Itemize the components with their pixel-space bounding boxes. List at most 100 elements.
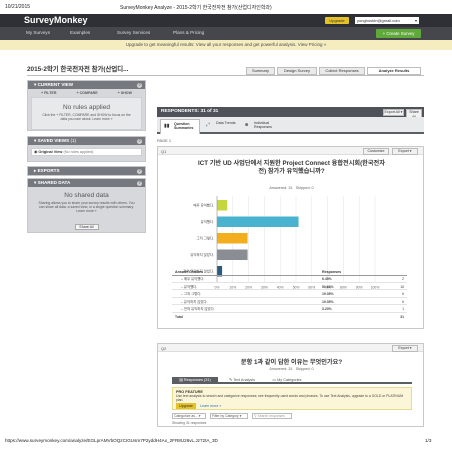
- rules-box: No rules applied Click the + FILTER, COM…: [31, 97, 142, 130]
- chart-bar: [217, 233, 248, 244]
- tab-summary[interactable]: Summary: [246, 67, 275, 75]
- tab-individual-responses[interactable]: ☻ Individual Responses: [242, 119, 290, 133]
- category-label: 유익하지 않았다.: [190, 252, 214, 257]
- shared-desc: Sharing allows you to share your survey …: [38, 201, 135, 213]
- total-label: Total: [175, 315, 183, 319]
- response-count: 6: [402, 292, 404, 296]
- answer-choice: – 유익했다.: [181, 284, 198, 289]
- view-tabs: ▮▮ Question Summaries ⤢ Data Trends ☻ In…: [157, 117, 424, 134]
- top-bar: SurveyMonkey Upgrade yonghoshin@gmail.co…: [0, 14, 452, 27]
- q2-export-button[interactable]: Export ▾: [392, 345, 418, 352]
- tab-analyze-results[interactable]: Analyze Results: [367, 67, 421, 75]
- search-responses-input[interactable]: ⚲ Search responses: [252, 413, 292, 419]
- q1-table-row: – 매우 유익했다. 6.45% 2: [172, 276, 407, 283]
- q2-panel: Q2 Export ▾ 문항 1과 같이 답한 이유는 무엇인가요? Answe…: [157, 343, 424, 427]
- print-url: https://www.surveymonkey.com/analyze/EGL…: [5, 438, 218, 443]
- user-menu[interactable]: yonghoshin@gmail.com ▾: [355, 17, 419, 24]
- q1-table-row: – 유익하지 않았다. 19.35% 6: [172, 299, 407, 305]
- pro-feature-box: PRO FEATURE Use text analysis to search …: [172, 387, 412, 410]
- response-percent: 3.23%: [322, 307, 332, 311]
- response-percent: 19.35%: [322, 299, 334, 304]
- chart-bar: [217, 200, 228, 211]
- show-button[interactable]: + SHOW: [118, 91, 132, 95]
- response-count: 1: [402, 307, 404, 311]
- share-all-button[interactable]: Share All: [74, 224, 99, 230]
- exports-panel: ▸ EXPORTS?: [27, 166, 146, 176]
- nav-my-surveys[interactable]: My Surveys: [26, 30, 50, 35]
- response-percent: 51.61%: [322, 284, 334, 289]
- q1-table-header: Answer Choices Responses: [172, 269, 407, 276]
- original-view-item[interactable]: ◉ Original View (No rules applied): [31, 148, 142, 156]
- response-percent: 19.35%: [322, 292, 334, 296]
- line-chart-icon: ⤢: [206, 122, 211, 128]
- response-count: 16: [400, 284, 404, 289]
- filter-button[interactable]: + FILTER: [41, 91, 56, 95]
- page-label: PAGE 1: [157, 138, 172, 143]
- respondents-bar: RESPONDENTS: 31 of 31 Export All ▾ Share…: [157, 107, 424, 121]
- categorize-dropdown[interactable]: Categorize as... ▾: [172, 413, 206, 419]
- response-percent: 6.45%: [322, 277, 332, 281]
- pro-feature-desc: Use text analysis to search and categori…: [176, 394, 404, 402]
- compare-button[interactable]: + COMPARE: [76, 91, 97, 95]
- help-icon[interactable]: ?: [137, 180, 142, 186]
- print-page-number: 1/3: [425, 438, 432, 443]
- response-count: 2: [402, 277, 404, 281]
- answer-choice: – 전혀 유익하지 않았다.: [181, 307, 215, 311]
- nav-survey-services[interactable]: Survey Services: [117, 30, 150, 35]
- response-count: 6: [402, 299, 404, 304]
- tab-divider: [27, 75, 424, 76]
- answer-choice: – 그저 그렇다.: [181, 292, 202, 296]
- upgrade-button[interactable]: Upgrade: [325, 17, 349, 24]
- tab-question-summaries[interactable]: ▮▮ Question Summaries: [160, 119, 200, 134]
- chart-bar: [217, 249, 248, 260]
- filter-category-dropdown[interactable]: Filter by Category ▾: [210, 413, 248, 419]
- responses-header: Responses: [322, 270, 342, 274]
- surveymonkey-logo[interactable]: SurveyMonkey: [24, 15, 88, 25]
- nav-plans-pricing[interactable]: Plans & Pricing: [173, 30, 204, 35]
- respondents-label: RESPONDENTS: 31 of 31: [161, 109, 219, 114]
- person-icon: ☻: [244, 122, 250, 128]
- user-email: yonghoshin@gmail.com: [357, 18, 400, 23]
- no-rules-desc: Click the + FILTER, COMPARE and SHOW to …: [42, 113, 131, 121]
- saved-views-header[interactable]: ▾ SAVED VIEWS (1)?: [28, 137, 145, 145]
- nav-examples[interactable]: Examples: [70, 30, 90, 35]
- category-label: 유익했다.: [201, 219, 214, 224]
- q2-number: Q2: [161, 345, 167, 351]
- no-shared-heading: No shared data: [64, 192, 109, 199]
- survey-title: 2015-2학기 한국전자전 참가(산업디...: [27, 66, 129, 73]
- tab-responses[interactable]: ▤ Responses (31): [172, 377, 218, 384]
- q2-stats: Answered: 31 Skipped: 0: [269, 367, 314, 371]
- tab-collect-responses[interactable]: Collect Responses: [319, 67, 365, 75]
- print-date: 10/21/2015: [5, 4, 31, 10]
- answer-choices-header: Answer Choices: [175, 270, 203, 274]
- learn-more-link[interactable]: Learn more »: [200, 404, 221, 408]
- shared-data-panel: ▾ SHARED DATA? No shared data Sharing al…: [27, 178, 146, 233]
- q1-total-row: Total 31: [172, 314, 407, 321]
- total-value: 31: [400, 315, 404, 319]
- q1-table-row: – 그저 그렇다. 19.35% 6: [172, 291, 407, 298]
- q2-tabs: ▤ Responses (31) ✎ Text Analysis ▭ My Ca…: [172, 377, 412, 384]
- q1-table-row: – 유익했다. 51.61% 16: [172, 284, 407, 290]
- tab-text-analysis[interactable]: ✎ Text Analysis: [222, 377, 262, 384]
- help-icon[interactable]: ?: [137, 82, 142, 88]
- q2-upgrade-button[interactable]: Upgrade: [176, 403, 196, 409]
- shared-data-header[interactable]: ▾ SHARED DATA?: [28, 179, 145, 187]
- exports-header[interactable]: ▸ EXPORTS?: [28, 167, 145, 175]
- current-view-header[interactable]: ▾ CURRENT VIEW?: [28, 81, 145, 89]
- upgrade-banner[interactable]: Upgrade to get meaningful results: View …: [0, 40, 452, 50]
- tab-my-categories[interactable]: ▭ My Categories: [266, 377, 308, 384]
- saved-views-panel: ▾ SAVED VIEWS (1)? ◉ Original View (No r…: [27, 136, 146, 162]
- help-icon[interactable]: ?: [137, 168, 142, 174]
- tab-design-survey[interactable]: Design Survey: [277, 67, 317, 75]
- print-page-title: SurveyMonkey Analyze - 2015-2학기 한국전자전 참가…: [120, 5, 272, 11]
- q1-table-row: – 전혀 유익하지 않았다. 3.23% 1: [172, 306, 407, 313]
- export-all-button[interactable]: Export All ▾: [383, 109, 404, 116]
- help-icon[interactable]: ?: [137, 138, 142, 144]
- bar-chart-icon: ▮▮: [164, 123, 170, 129]
- create-survey-button[interactable]: + Create Survey: [376, 29, 421, 38]
- category-label: 매우 유익했다.: [193, 202, 214, 207]
- answer-choice: – 유익하지 않았다.: [181, 299, 208, 304]
- category-label: 그저 그렇다.: [197, 235, 215, 240]
- tab-data-trends[interactable]: ⤢ Data Trends: [204, 119, 240, 133]
- chart-bar: [217, 216, 299, 227]
